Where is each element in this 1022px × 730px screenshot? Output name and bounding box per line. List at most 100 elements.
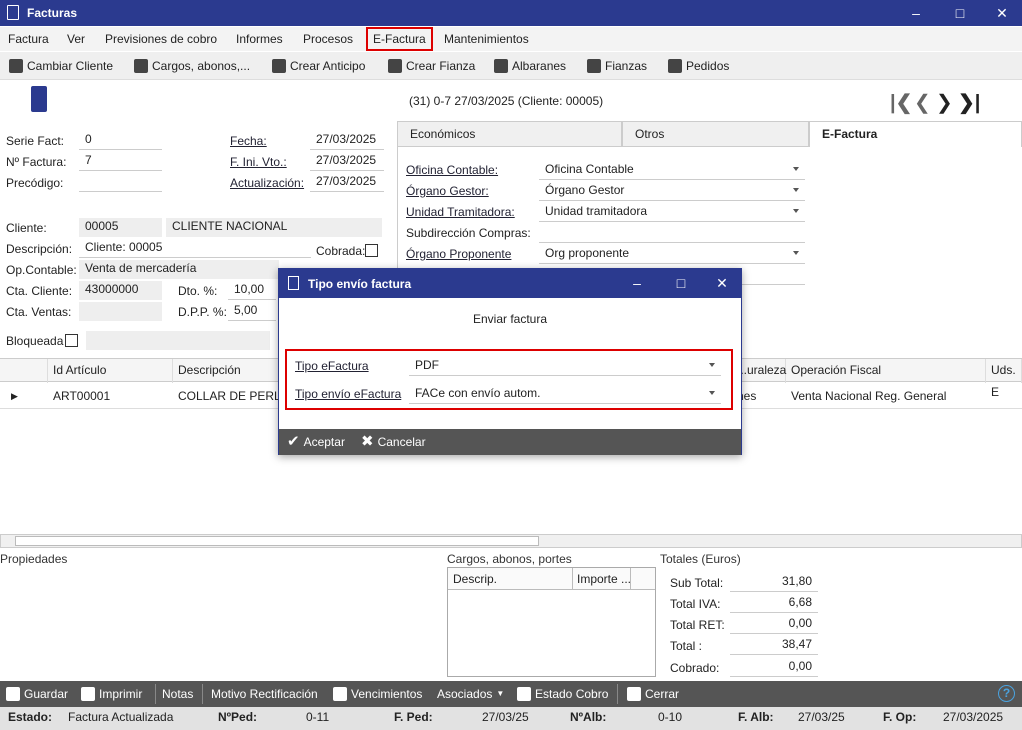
- cta-ventas-field[interactable]: [79, 302, 162, 321]
- dialog-close-button[interactable]: ✕: [700, 269, 744, 298]
- pedidos-button[interactable]: Pedidos: [668, 52, 729, 80]
- cliente-name-field: CLIENTE NACIONAL: [166, 218, 382, 237]
- motivo-rectificacion-button[interactable]: Motivo Rectificación: [211, 681, 318, 707]
- first-record-icon[interactable]: |❮: [890, 90, 912, 115]
- fianzas-button[interactable]: Fianzas: [587, 52, 647, 80]
- menu-previsiones[interactable]: Previsiones de cobro: [105, 27, 217, 51]
- organo-select[interactable]: Órgano Gestor: [539, 181, 805, 201]
- next-record-icon[interactable]: ❯: [936, 90, 953, 115]
- tipo-envio-label[interactable]: Tipo envío eFactura: [295, 387, 401, 401]
- calculator-icon: [333, 687, 347, 701]
- vencimientos-label: Vencimientos: [351, 687, 423, 701]
- fecha-field[interactable]: 27/03/2025: [310, 131, 384, 150]
- action-bar: Guardar Imprimir Notas Motivo Rectificac…: [0, 681, 1022, 707]
- cancelar-label: Cancelar: [377, 435, 426, 449]
- actualizacion-label[interactable]: Actualización:: [230, 176, 304, 190]
- help-icon[interactable]: ?: [998, 685, 1015, 702]
- col-uds[interactable]: Uds. E: [986, 359, 1022, 399]
- estado-cobro-button[interactable]: Estado Cobro: [517, 681, 608, 707]
- bloqueada-motivo-field[interactable]: [86, 331, 270, 350]
- fini-field[interactable]: 27/03/2025: [310, 152, 384, 171]
- fini-label[interactable]: F. Ini. Vto.:: [230, 155, 287, 169]
- cobrado-value: 0,00: [730, 658, 818, 677]
- separator: [155, 684, 156, 704]
- dpp-field[interactable]: 5,00: [228, 302, 276, 321]
- estado-label: Estado:: [8, 710, 53, 724]
- dialog-title: Tipo envío factura: [308, 277, 412, 291]
- subdireccion-field[interactable]: [539, 223, 805, 243]
- aceptar-button[interactable]: ✔ Aceptar: [287, 429, 345, 455]
- cargos-col-descrip[interactable]: Descrip.: [453, 572, 497, 586]
- cta-cliente-field[interactable]: 43000000: [79, 281, 162, 300]
- crear-fianza-button[interactable]: Crear Fianza: [388, 52, 475, 80]
- minimize-button[interactable]: –: [894, 0, 938, 26]
- close-button[interactable]: ✕: [980, 0, 1022, 26]
- organo-label[interactable]: Órgano Gestor:: [406, 184, 489, 198]
- save-icon: [6, 687, 20, 701]
- menu-mantenimientos[interactable]: Mantenimientos: [444, 27, 529, 51]
- unidad-value: Unidad tramitadora: [545, 204, 648, 218]
- vencimientos-button[interactable]: Vencimientos: [333, 681, 422, 707]
- nalb-value: 0-10: [658, 710, 683, 724]
- tab-economicos[interactable]: Económicos: [397, 121, 622, 147]
- notas-button[interactable]: Notas: [162, 681, 193, 707]
- col-operacion-fiscal[interactable]: Operación Fiscal: [786, 359, 986, 383]
- dialog-maximize-button[interactable]: □: [659, 269, 703, 298]
- cargos-button[interactable]: Cargos, abonos,...: [134, 52, 250, 80]
- prev-record-icon[interactable]: ❮: [914, 90, 931, 115]
- bloqueada-checkbox[interactable]: [65, 334, 78, 347]
- num-field[interactable]: 7: [79, 152, 162, 171]
- fecha-label[interactable]: Fecha:: [230, 134, 267, 148]
- menu-procesos[interactable]: Procesos: [303, 27, 353, 51]
- tab-otros[interactable]: Otros: [622, 121, 809, 147]
- cambiar-cliente-button[interactable]: Cambiar Cliente: [9, 52, 113, 80]
- cell-operacion: Venta Nacional Reg. General: [791, 389, 947, 403]
- cobrada-checkbox[interactable]: [365, 244, 378, 257]
- cargos-col-importe[interactable]: Importe ...: [577, 572, 631, 586]
- tab-efactura[interactable]: E-Factura: [809, 121, 1022, 147]
- albaranes-button[interactable]: Albaranes: [494, 52, 566, 80]
- proponente-select[interactable]: Org proponente: [539, 244, 805, 264]
- dialog-minimize-button[interactable]: –: [615, 269, 659, 298]
- record-info: (31) 0-7 27/03/2025 (Cliente: 00005): [409, 94, 604, 108]
- proponente-label[interactable]: Órgano Proponente: [406, 247, 511, 261]
- descripcion-field[interactable]: Cliente: 00005: [79, 239, 311, 258]
- menu-informes[interactable]: Informes: [236, 27, 283, 51]
- serie-field[interactable]: 0: [79, 131, 162, 150]
- cerrar-label: Cerrar: [645, 687, 680, 701]
- imprimir-button[interactable]: Imprimir: [81, 681, 142, 707]
- col-id-articulo[interactable]: Id Artículo: [48, 359, 173, 383]
- cerrar-button[interactable]: Cerrar: [627, 681, 679, 707]
- menu-efactura[interactable]: E-Factura: [366, 27, 433, 51]
- menu-ver[interactable]: Ver: [67, 27, 85, 51]
- asociados-button[interactable]: Asociados ▼: [437, 681, 504, 707]
- cancelar-button[interactable]: ✖ Cancelar: [361, 429, 426, 455]
- iva-label: Total IVA:: [670, 597, 721, 611]
- last-record-icon[interactable]: ❯|: [958, 90, 980, 115]
- guardar-button[interactable]: Guardar: [6, 681, 68, 707]
- total-value: 38,47: [730, 636, 818, 655]
- dpp-label: D.P.P. %:: [178, 305, 227, 319]
- estado-value: Factura Actualizada: [68, 710, 174, 724]
- col-naturaleza[interactable]: ...uraleza: [737, 359, 786, 383]
- oficina-label[interactable]: Oficina Contable:: [406, 163, 498, 177]
- unidad-label[interactable]: Unidad Tramitadora:: [406, 205, 515, 219]
- actualizacion-field[interactable]: 27/03/2025: [310, 173, 384, 192]
- menu-factura[interactable]: Factura: [8, 27, 49, 51]
- tipo-efactura-label[interactable]: Tipo eFactura: [295, 359, 369, 373]
- oficina-select[interactable]: Oficina Contable: [539, 160, 805, 180]
- grid-hscrollbar[interactable]: [0, 534, 1022, 548]
- cliente-code-field[interactable]: 00005: [79, 218, 162, 237]
- precodigo-field[interactable]: [79, 173, 162, 192]
- tipo-efactura-select[interactable]: PDF: [409, 356, 721, 376]
- dto-field[interactable]: 10,00: [228, 281, 276, 300]
- crear-anticipo-button[interactable]: Crear Anticipo: [272, 52, 365, 80]
- scroll-thumb[interactable]: [15, 536, 539, 546]
- grid-indicator-col: [0, 359, 48, 383]
- opcontable-field[interactable]: Venta de mercadería: [79, 260, 279, 279]
- tipo-envio-select[interactable]: FACe con envío autom.: [409, 384, 721, 404]
- dto-label: Dto. %:: [178, 284, 218, 298]
- maximize-button[interactable]: □: [938, 0, 982, 26]
- bloqueada-label: Bloqueada: [6, 334, 64, 348]
- unidad-select[interactable]: Unidad tramitadora: [539, 202, 805, 222]
